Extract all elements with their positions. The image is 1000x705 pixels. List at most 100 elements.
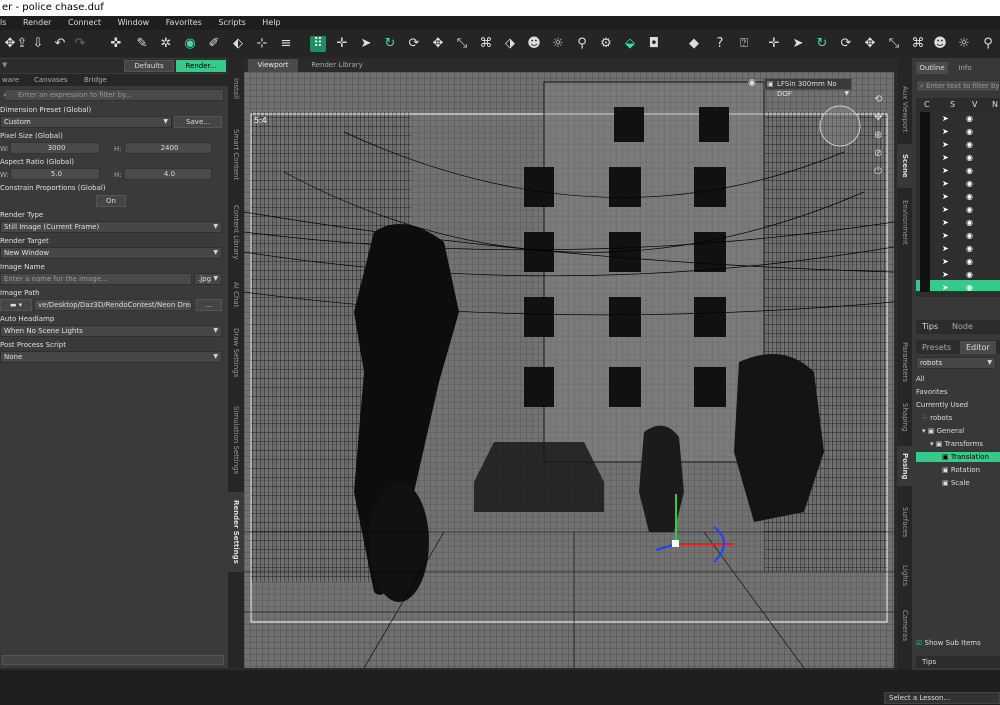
save-preset-button[interactable]: Save... <box>174 116 222 128</box>
tab-outline[interactable]: Outline <box>916 62 948 74</box>
vtab-smart-content[interactable]: Smart Content <box>228 120 244 190</box>
tab-software[interactable]: ware <box>2 75 19 85</box>
scale-icon[interactable]: ⤡ <box>454 36 470 52</box>
filter-all[interactable]: All <box>916 374 1000 384</box>
orbit-icon[interactable]: ⟲ <box>874 94 888 108</box>
pixel-height-field[interactable]: 2400 <box>124 142 212 154</box>
image-name-input[interactable]: Enter a name for the image... <box>0 273 192 285</box>
pointer-2-icon[interactable]: ➤ <box>790 36 806 52</box>
scene-filter-input[interactable]: ⌕ Enter text to filter by <box>916 80 1000 92</box>
reset-view-icon[interactable]: ⏻ <box>874 166 888 180</box>
render-target-select[interactable]: New Window ▼ <box>0 247 222 259</box>
tree-general[interactable]: ▾ ▣ General <box>916 426 1000 436</box>
pixel-width-field[interactable]: 3000 <box>10 142 100 154</box>
tree-scale[interactable]: ▣ Scale <box>916 478 1000 488</box>
vtab-scene[interactable]: Scene <box>897 144 913 188</box>
pointer-icon[interactable]: ➤ <box>358 36 374 52</box>
import-icon[interactable]: ⇩ <box>30 36 46 52</box>
3d-viewport[interactable]: 5:4 ▣ LFSin 300mm No DOF ▼ ◉ ⟲ ✥ ⊕ ⊘ ⏻ <box>244 72 894 668</box>
tab-presets[interactable]: Presets <box>922 343 951 352</box>
edit-icon[interactable]: ✐ <box>206 36 222 52</box>
menu-item-favorites[interactable]: Favorites <box>166 16 202 30</box>
column-s[interactable]: S <box>950 100 955 109</box>
geometry-editor-icon[interactable]: ⬖ <box>230 36 246 52</box>
filter-favorites[interactable]: Favorites <box>916 387 1000 397</box>
auto-headlamp-select[interactable]: When No Scene Lights ▼ <box>0 325 222 337</box>
menu-item-help[interactable]: Help <box>262 16 280 30</box>
dolly-icon[interactable]: ⊕ <box>874 130 888 144</box>
vtab-ai-chat[interactable]: AI Chat <box>228 274 244 316</box>
tab-node[interactable]: Node <box>952 322 973 331</box>
rotate-icon[interactable]: ↻ <box>382 36 398 52</box>
lighting-2-icon[interactable]: ☼ <box>956 36 972 52</box>
viewport-options-icon[interactable]: ◉ <box>748 78 760 90</box>
vtab-draw-settings[interactable]: Draw Settings <box>228 320 244 386</box>
left-panel-scrollbar[interactable] <box>2 655 224 665</box>
lesson-select[interactable]: Select a Lesson... <box>884 692 1000 704</box>
menu-item-tools[interactable]: ls <box>0 16 6 30</box>
vtab-shaping[interactable]: Shaping <box>897 394 913 440</box>
pose-icon[interactable]: ⚲ <box>574 36 590 52</box>
render-icon[interactable]: ⬙ <box>622 36 638 52</box>
align-icon[interactable]: ≡ <box>278 36 294 52</box>
tree-transforms[interactable]: ▾ ▣ Transforms <box>916 439 1000 449</box>
universal-tool-icon[interactable]: ✛ <box>334 36 350 52</box>
geometry-icon[interactable]: ⬗ <box>502 36 518 52</box>
vtab-simulation-settings[interactable]: Simulation Settings <box>228 390 244 490</box>
column-v[interactable]: V <box>972 100 977 109</box>
ds-icon[interactable]: ◆ <box>686 36 702 52</box>
node-select[interactable]: robots ▼ <box>916 357 996 369</box>
column-n[interactable]: N <box>992 100 998 109</box>
vtab-environment[interactable]: Environment <box>897 192 913 252</box>
tree-translation[interactable]: ▣ Translation <box>916 452 1000 462</box>
rotate-2-icon[interactable]: ↻ <box>814 36 830 52</box>
grid-toggle-icon[interactable]: ⠿ <box>310 36 326 52</box>
dimension-preset-select[interactable]: Custom ▼ <box>0 116 172 128</box>
vtab-lights[interactable]: Lights <box>897 556 913 596</box>
folder-icon[interactable]: ▬ ▾ <box>0 299 32 311</box>
image-format-select[interactable]: .jpg ▼ <box>194 273 222 285</box>
vtab-render-settings[interactable]: Render Settings <box>228 492 244 572</box>
rotate-alt-2-icon[interactable]: ⟳ <box>838 36 854 52</box>
universal-tool-2-icon[interactable]: ✛ <box>766 36 782 52</box>
translate-icon[interactable]: ✥ <box>430 36 446 52</box>
rotate-alt-icon[interactable]: ⟳ <box>406 36 422 52</box>
joint-editor-icon[interactable]: ✜ <box>108 36 124 52</box>
camera-icon[interactable]: ◘ <box>646 36 662 52</box>
figure-icon[interactable]: ☻ <box>526 36 542 52</box>
menu-item-scripts[interactable]: Scripts <box>218 16 245 30</box>
tree-robots[interactable]: ⁘ robots <box>916 413 1000 423</box>
vtab-parameters[interactable]: Parameters <box>897 336 913 388</box>
pose-2-icon[interactable]: ⚲ <box>980 36 996 52</box>
node-weight-icon[interactable]: ✎ <box>134 36 150 52</box>
vtab-posing[interactable]: Posing <box>897 446 913 486</box>
show-sub-items[interactable]: ☑ Show Sub Items <box>916 638 1000 648</box>
aspect-height-field[interactable]: 4.0 <box>124 168 212 180</box>
active-pose-icon[interactable]: ◉ <box>182 36 198 52</box>
render-button[interactable]: Render... <box>176 60 226 72</box>
tab-tips[interactable]: Tips <box>922 322 938 331</box>
pan-icon[interactable]: ✥ <box>874 112 888 126</box>
vtab-install[interactable]: Install <box>228 60 244 118</box>
redo-icon[interactable]: ↷ <box>72 36 88 52</box>
undo-icon[interactable]: ↶ <box>52 36 68 52</box>
tab-canvases[interactable]: Canvases <box>34 75 68 85</box>
region-nav-icon[interactable]: ⊹ <box>254 36 270 52</box>
morph-icon[interactable]: ⚙ <box>598 36 614 52</box>
help-icon[interactable]: ⍰ <box>736 36 752 52</box>
surface-2-icon[interactable]: ⌘ <box>910 36 926 52</box>
browse-path-button[interactable]: ... <box>196 299 222 311</box>
surface-icon[interactable]: ⌘ <box>478 36 494 52</box>
translate-2-icon[interactable]: ✥ <box>862 36 878 52</box>
menu-arrow-icon[interactable]: ▼ <box>2 61 7 69</box>
filter-currently-used[interactable]: Currently Used <box>916 400 1000 410</box>
image-path-field[interactable]: ve/Desktop/Daz3D/RendoContest/Neon Dream… <box>34 299 192 311</box>
bottom-tips-tab[interactable]: Tips <box>916 656 1000 668</box>
vtab-content-library[interactable]: Content Library <box>228 192 244 272</box>
tab-render-library[interactable]: Render Library <box>302 59 372 72</box>
frame-icon[interactable]: ⊘ <box>874 148 888 162</box>
menu-item-render[interactable]: Render <box>23 16 51 30</box>
render-type-select[interactable]: Still Image (Current Frame) ▼ <box>0 221 222 233</box>
column-c[interactable]: C <box>924 100 930 109</box>
scale-2-icon[interactable]: ⤡ <box>886 36 902 52</box>
